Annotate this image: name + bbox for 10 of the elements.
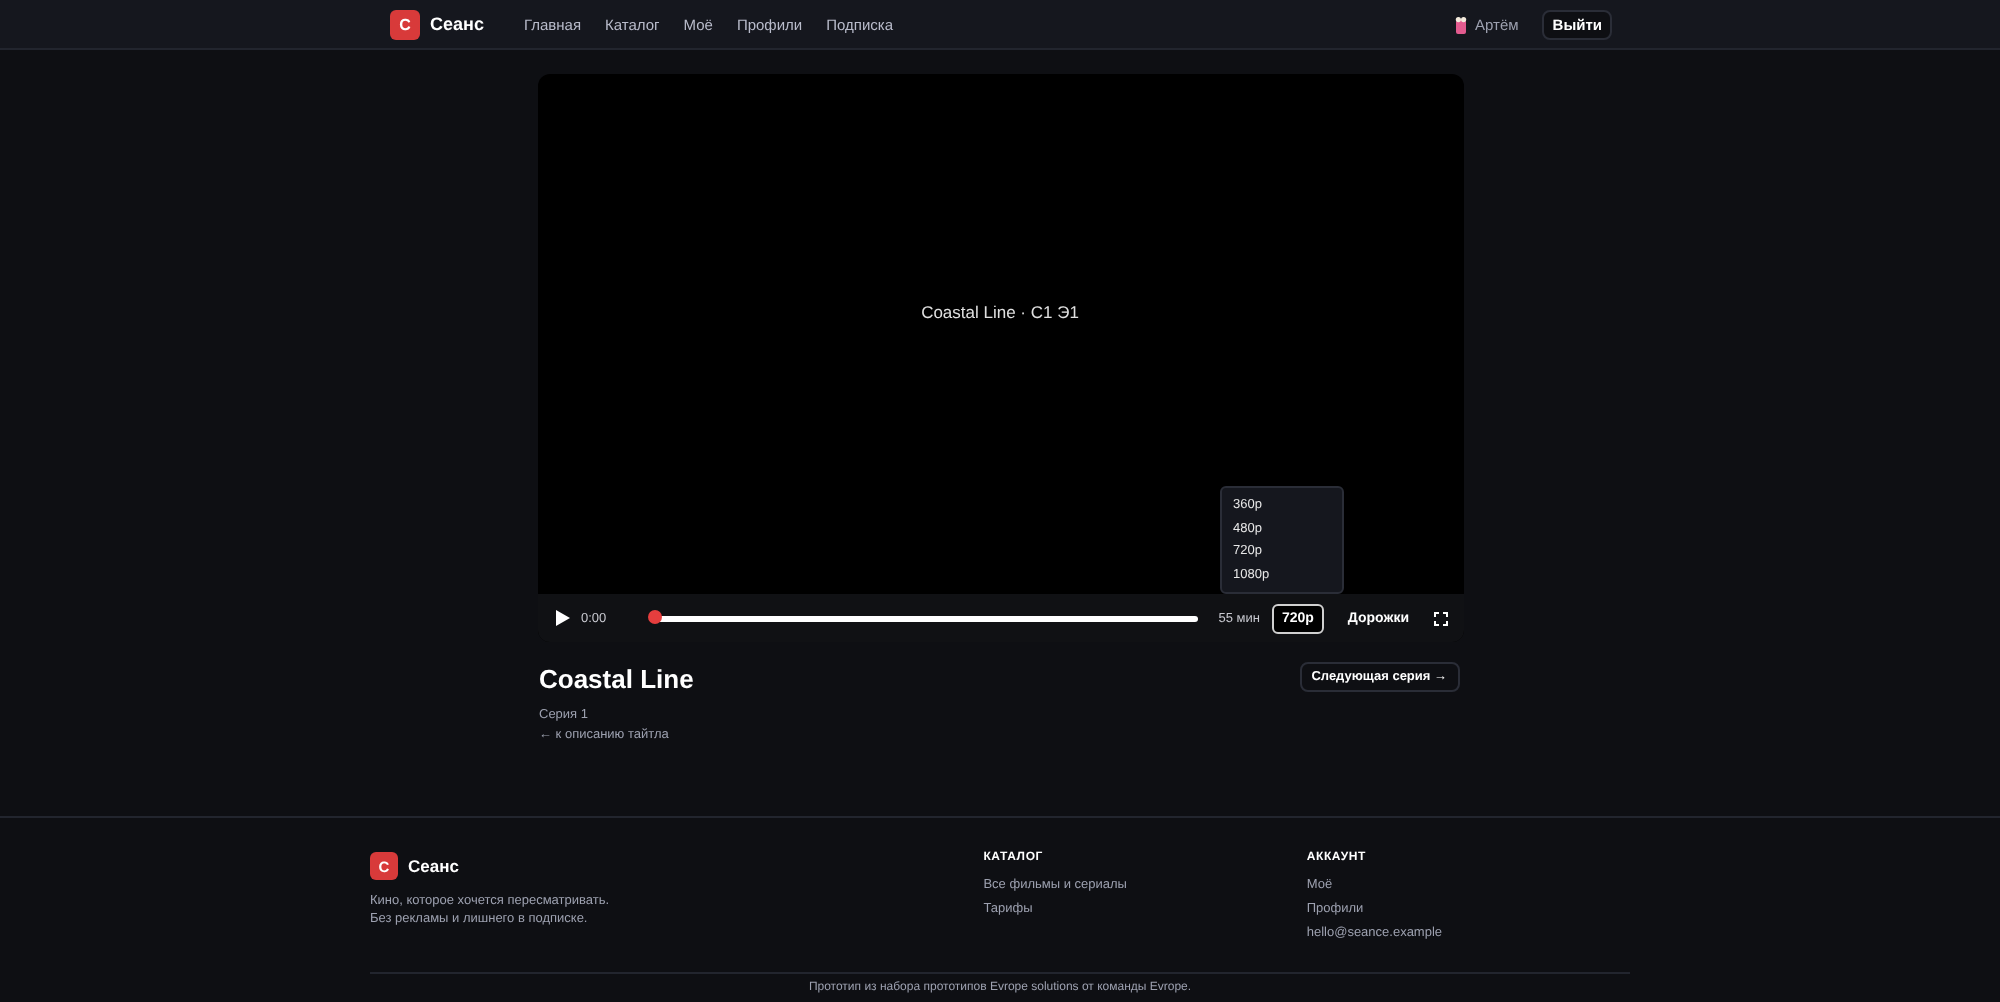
play-icon[interactable]: [555, 610, 569, 626]
progress-thumb[interactable]: [647, 610, 662, 624]
video-caption: Coastal Line · С1 Э1: [921, 301, 1079, 321]
brand-name[interactable]: Сеанс: [408, 856, 459, 876]
brand-name[interactable]: Сеанс: [430, 14, 484, 34]
fullscreen-icon[interactable]: [1433, 611, 1447, 625]
progress-bar[interactable]: [654, 615, 1199, 621]
episode-title: Coastal Line: [539, 664, 694, 694]
avatar-icon: [1453, 15, 1467, 33]
logo-icon[interactable]: С: [390, 9, 420, 39]
